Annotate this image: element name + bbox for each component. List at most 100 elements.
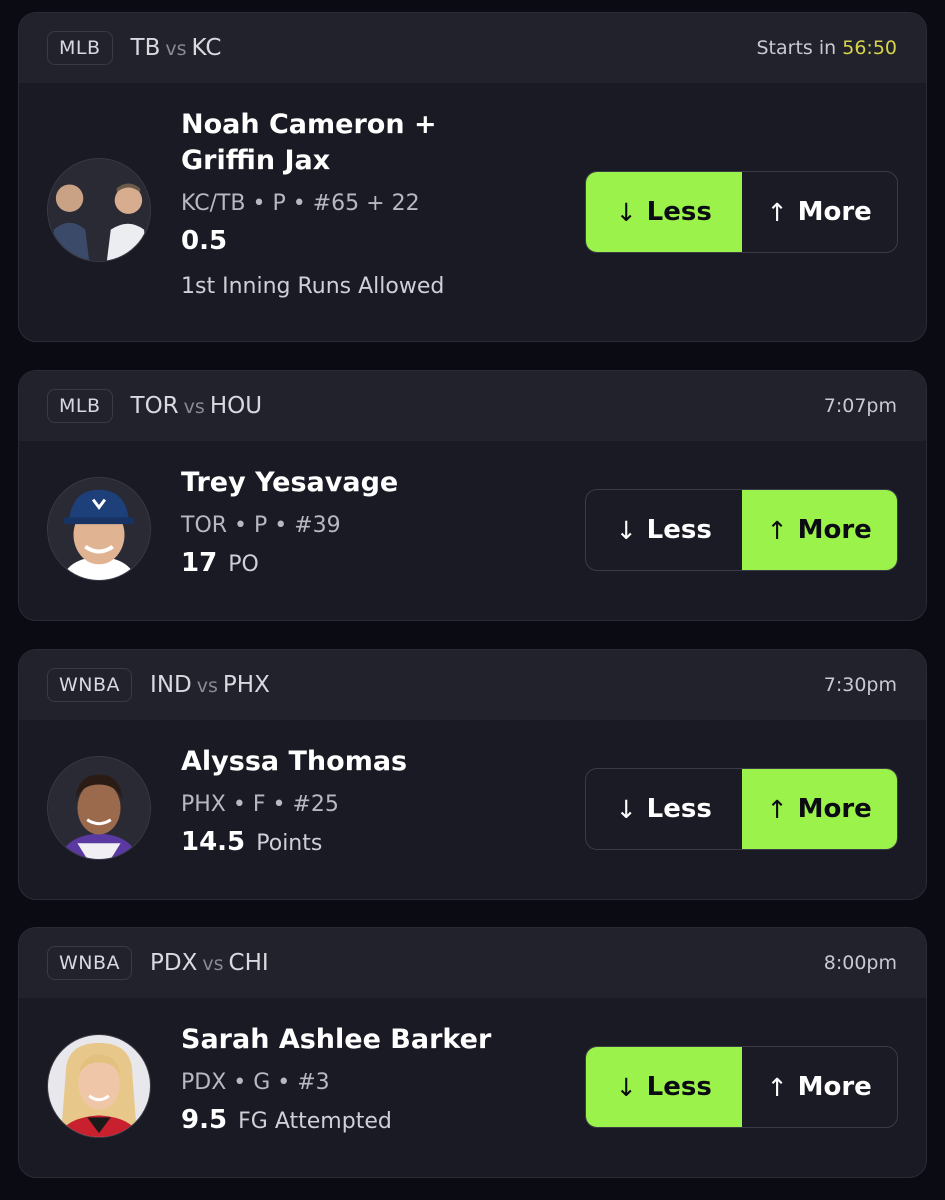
less-more-toggle: ↓ Less ↑ More (585, 489, 898, 571)
player-meta: PDX • G • #3 (181, 1070, 330, 1095)
player-avatar (47, 477, 151, 581)
more-button[interactable]: ↑ More (742, 172, 898, 252)
card-body: Sarah Ashlee Barker PDX • G • #3 9.5 FG … (19, 998, 926, 1177)
game-time: 7:30pm (823, 674, 897, 696)
matchup: IND vs PHX (150, 672, 270, 698)
more-button[interactable]: ↑ More (741, 490, 897, 570)
less-more-toggle: ↓ Less ↑ More (585, 1046, 898, 1128)
vs-label: vs (183, 396, 205, 418)
projection-line: 9.5 FG Attempted (181, 1104, 491, 1139)
less-label: Less (646, 515, 712, 545)
team-away: PDX (150, 950, 198, 976)
more-label: More (797, 1072, 872, 1102)
player-name: Sarah Ashlee Barker (181, 1024, 492, 1055)
countdown-timer: 56:50 (842, 37, 897, 59)
projection-line: 0.5 (181, 225, 444, 260)
matchup: TB vs KC (131, 35, 222, 61)
stat-type: FG Attempted (238, 1109, 392, 1134)
player-name-line-2: Griffin Jax (181, 145, 331, 176)
player-avatar (47, 756, 151, 860)
player-photo-icon (48, 478, 150, 580)
game-time: 7:07pm (823, 395, 897, 417)
more-label: More (797, 197, 872, 227)
less-more-toggle: ↓ Less ↑ More (585, 768, 898, 850)
matchup: PDX vs CHI (150, 950, 269, 976)
game-time: 8:00pm (823, 952, 897, 974)
arrow-up-icon: ↑ (766, 515, 788, 545)
prop-card: WNBA PDX vs CHI 8:00pm Sarah Ashlee Bark… (18, 927, 927, 1178)
line-value: 9.5 (181, 1105, 228, 1135)
less-label: Less (646, 794, 712, 824)
prop-card: WNBA IND vs PHX 7:30pm Alyssa Thomas PHX… (18, 649, 927, 900)
line-value: 17 (181, 548, 218, 578)
arrow-down-icon: ↓ (615, 515, 637, 545)
player-meta: KC/TB • P • #65 + 22 (181, 191, 420, 216)
game-time: Starts in 56:50 (757, 37, 898, 59)
team-home: PHX (222, 672, 270, 698)
arrow-up-icon: ↑ (766, 794, 788, 824)
more-label: More (797, 515, 872, 545)
player-info: Alyssa Thomas PHX • F • #25 14.5 Points (181, 744, 407, 861)
team-home: KC (191, 35, 222, 61)
arrow-down-icon: ↓ (615, 794, 637, 824)
arrow-down-icon: ↓ (615, 1072, 637, 1102)
arrow-down-icon: ↓ (615, 197, 637, 227)
more-button[interactable]: ↑ More (742, 1047, 898, 1127)
player-meta: PHX • F • #25 (181, 792, 339, 817)
less-label: Less (646, 1072, 712, 1102)
card-header: WNBA IND vs PHX 7:30pm (19, 650, 926, 720)
vs-label: vs (196, 675, 218, 697)
league-badge: WNBA (47, 946, 133, 980)
more-label: More (797, 794, 872, 824)
card-body: Noah Cameron + Griffin Jax KC/TB • P • #… (19, 83, 926, 341)
card-body: Trey Yesavage TOR • P • #39 17 PO ↓ Less… (19, 441, 926, 620)
line-value: 0.5 (181, 226, 228, 256)
vs-label: vs (202, 953, 224, 975)
less-button[interactable]: ↓ Less (586, 769, 742, 849)
arrow-up-icon: ↑ (766, 197, 788, 227)
team-home: HOU (209, 393, 263, 419)
team-home: CHI (228, 950, 269, 976)
prop-card: MLB TB vs KC Starts in 56:50 Noah Camero… (18, 12, 927, 342)
less-button[interactable]: ↓ Less (586, 1047, 742, 1127)
player-photo-icon (48, 757, 150, 859)
stat-type: 1st Inning Runs Allowed (181, 274, 445, 299)
more-button[interactable]: ↑ More (741, 769, 897, 849)
less-more-toggle: ↓ Less ↑ More (585, 171, 898, 253)
less-label: Less (646, 197, 712, 227)
starts-in-label: Starts in (756, 37, 837, 59)
matchup: TOR vs HOU (131, 393, 263, 419)
card-header: MLB TB vs KC Starts in 56:50 (19, 13, 926, 83)
prop-card: MLB TOR vs HOU 7:07pm Trey Yesavage TOR … (18, 370, 927, 621)
player-meta: TOR • P • #39 (181, 513, 341, 538)
player-info: Sarah Ashlee Barker PDX • G • #3 9.5 FG … (181, 1022, 491, 1139)
stat-type: Points (256, 831, 323, 856)
player-info: Trey Yesavage TOR • P • #39 17 PO (181, 465, 398, 582)
player-name: Alyssa Thomas (181, 746, 408, 777)
projection-line: 17 PO (181, 547, 398, 582)
arrow-up-icon: ↑ (766, 1072, 788, 1102)
line-value: 14.5 (181, 827, 246, 857)
card-header: WNBA PDX vs CHI 8:00pm (19, 928, 926, 998)
league-badge: MLB (47, 389, 113, 423)
vs-label: vs (165, 38, 187, 60)
team-away: TOR (130, 393, 179, 419)
card-header: MLB TOR vs HOU 7:07pm (19, 371, 926, 441)
player-name-line-1: Noah Cameron + (181, 109, 437, 140)
team-away: IND (150, 672, 192, 698)
player-photo-icon (48, 1035, 150, 1137)
less-button[interactable]: ↓ Less (586, 490, 742, 570)
player-avatar (47, 158, 151, 262)
player-name: Trey Yesavage (181, 467, 399, 498)
player-photo-icon (48, 159, 150, 261)
less-button[interactable]: ↓ Less (586, 172, 742, 252)
player-info: Noah Cameron + Griffin Jax KC/TB • P • #… (181, 107, 444, 302)
team-away: TB (130, 35, 161, 61)
league-badge: WNBA (47, 668, 133, 702)
stat-type: PO (228, 552, 259, 577)
league-badge: MLB (47, 31, 113, 65)
card-body: Alyssa Thomas PHX • F • #25 14.5 Points … (19, 720, 926, 899)
projection-line: 14.5 Points (181, 826, 407, 861)
player-name: Noah Cameron + Griffin Jax (181, 107, 444, 179)
player-avatar (47, 1034, 151, 1138)
